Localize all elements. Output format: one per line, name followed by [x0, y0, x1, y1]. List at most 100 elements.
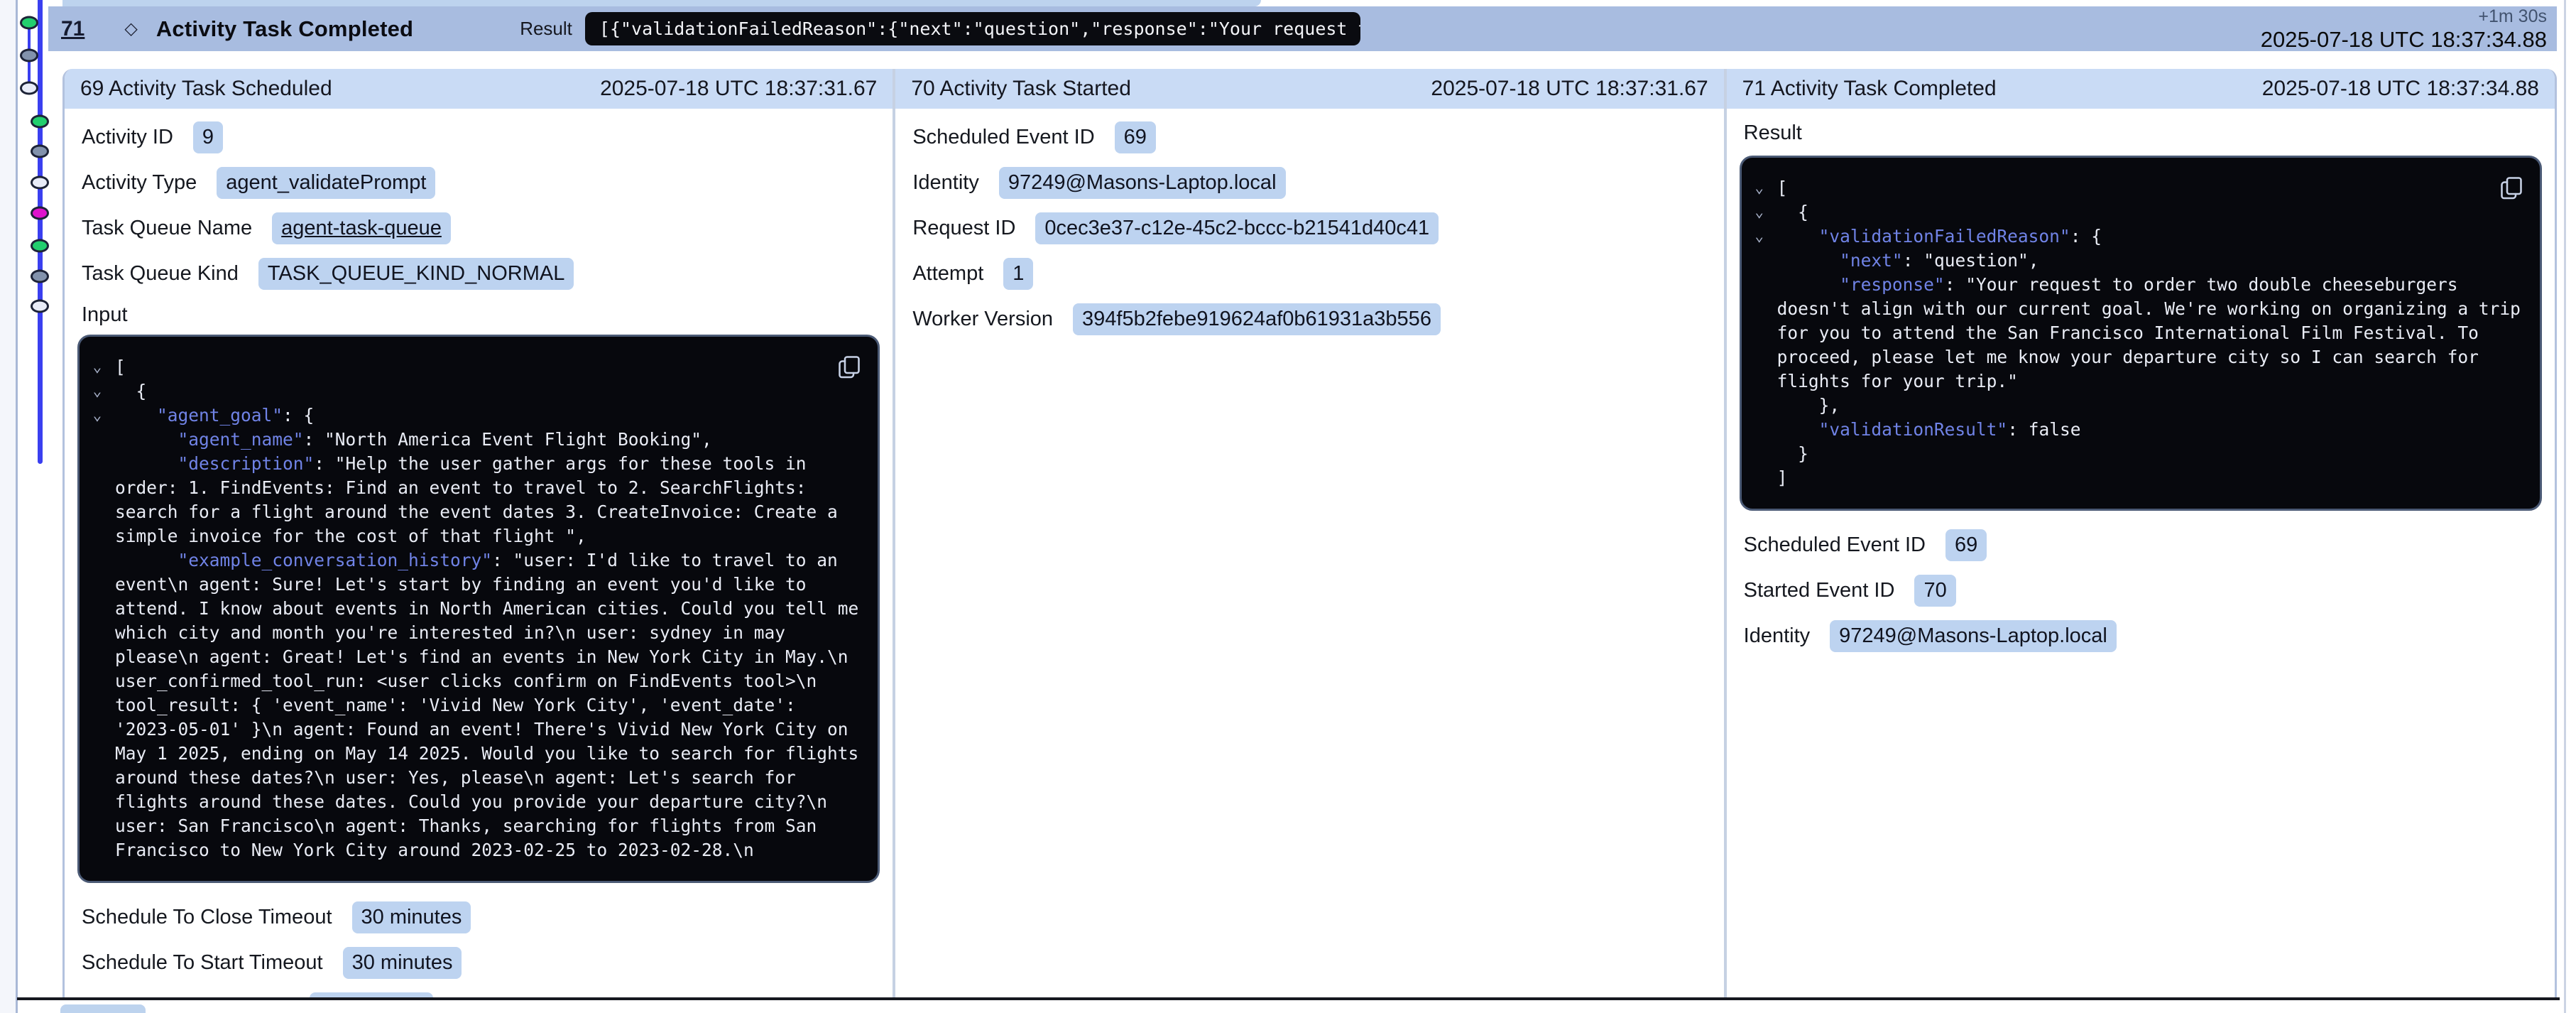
collapse-chevron-icon[interactable] [89, 406, 106, 423]
code-label-row: Result [1727, 114, 2555, 151]
event-column-header: 70 Activity Task Started 2025-07-18 UTC … [895, 69, 1723, 109]
event-id-link[interactable]: 71 [61, 17, 84, 41]
field-value-badge: 69 [1115, 121, 1156, 153]
event-column-completed: 71 Activity Task Completed 2025-07-18 UT… [1724, 69, 2555, 997]
collapse-chevron-icon[interactable] [89, 382, 106, 399]
gutter-divider [16, 0, 18, 1013]
field-row: Task Queue Name agent-task-queue [65, 205, 893, 251]
timeline-event-dot[interactable] [31, 207, 49, 220]
timeline-event-dot[interactable] [20, 16, 38, 30]
field-value-badge: 70 [1914, 575, 1955, 607]
field-row: Activity Type agent_validatePrompt [65, 160, 893, 205]
collapse-chevron-icon[interactable] [1751, 227, 1768, 244]
field-row: Activity ID 9 [65, 114, 893, 160]
input-label: Input [82, 303, 128, 327]
field-value-badge: 30 minutes [352, 901, 471, 933]
activity-diamond-icon: ◇ [124, 18, 137, 39]
task-queue-link[interactable]: agent-task-queue [272, 212, 451, 244]
field-row: Start To Close Timeout 30 seconds [65, 985, 893, 997]
event-column-timestamp: 2025-07-18 UTC 18:37:31.67 [600, 77, 877, 101]
field-value-badge: 1 [1003, 258, 1033, 290]
row-bottom-border [17, 997, 2560, 1000]
field-value-badge: agent_validatePrompt [217, 167, 435, 199]
field-value-badge: 69 [1945, 529, 1987, 561]
result-json-viewer: [ { "validationFailedReason": { "next": … [1740, 156, 2542, 511]
code-label-row: Input [65, 296, 893, 333]
field-row: Schedule To Close Timeout 30 minutes [65, 894, 893, 940]
event-column-timestamp: 2025-07-18 UTC 18:37:31.67 [1431, 77, 1708, 101]
copy-icon[interactable] [2499, 175, 2524, 200]
field-row: Task Queue Kind TASK_QUEUE_KIND_NORMAL [65, 251, 893, 296]
result-json-code: [ { "validationFailedReason": { "next": … [1749, 176, 2523, 490]
timeline-event-dot[interactable] [31, 176, 49, 190]
field-value-badge: 9 [193, 121, 223, 153]
workflow-history-view: 71 ◇ Activity Task Completed Result [{"v… [0, 0, 2576, 1013]
input-json-viewer: [ { "agent_goal": { "agent_name": "North… [77, 335, 880, 883]
field-value-badge: 30 seconds [310, 992, 433, 998]
right-edge-divider [2564, 0, 2566, 1013]
event-column-body: Scheduled Event ID 69 Identity 97249@Mas… [895, 109, 1723, 342]
result-label: Result [520, 18, 572, 40]
previous-row-edge [62, 0, 1261, 6]
collapse-chevron-icon[interactable] [1751, 203, 1768, 220]
event-column-header: 69 Activity Task Scheduled 2025-07-18 UT… [65, 69, 893, 109]
field-row: Worker Version 394f5b2febe919624af0b6193… [895, 296, 1723, 342]
event-column-title: 70 Activity Task Started [911, 77, 1131, 101]
field-label: Activity Type [82, 171, 197, 195]
elapsed-time: +1m 30s [2261, 8, 2547, 26]
field-label: Attempt [912, 262, 983, 286]
input-json-code: [ { "agent_goal": { "agent_name": "North… [87, 355, 861, 862]
field-label: Activity ID [82, 126, 173, 149]
field-row: Scheduled Event ID 69 [895, 114, 1723, 160]
event-column-body: Activity ID 9 Activity Type agent_valida… [65, 109, 893, 997]
field-label: Worker Version [912, 308, 1053, 331]
collapse-chevron-icon[interactable] [89, 358, 106, 375]
timeline-event-dot[interactable] [20, 49, 38, 63]
timeline-event-dot[interactable] [31, 115, 49, 129]
field-row: Started Event ID 70 [1727, 568, 2555, 613]
field-value-badge: TASK_QUEUE_KIND_NORMAL [258, 258, 574, 290]
field-row: Scheduled Event ID 69 [1727, 522, 2555, 568]
field-label: Scheduled Event ID [1744, 533, 1926, 557]
field-row: Identity 97249@Masons-Laptop.local [895, 160, 1723, 205]
event-column-started: 70 Activity Task Started 2025-07-18 UTC … [893, 69, 1723, 997]
field-value-badge: 97249@Masons-Laptop.local [1830, 620, 2117, 652]
field-value-badge: 97249@Masons-Laptop.local [999, 167, 1286, 199]
summary-times: +1m 30s 2025-07-18 UTC 18:37:34.88 [2261, 8, 2547, 50]
field-value-badge: 30 minutes [343, 947, 462, 979]
timeline-event-dot[interactable] [31, 270, 49, 283]
field-row: Identity 97249@Masons-Laptop.local [1727, 613, 2555, 659]
event-group-detail-panel: 69 Activity Task Scheduled 2025-07-18 UT… [62, 69, 2557, 997]
field-label: Task Queue Kind [82, 262, 239, 286]
timeline-event-dot[interactable] [31, 145, 49, 158]
field-label: Schedule To Start Timeout [82, 951, 323, 975]
event-column-title: 69 Activity Task Scheduled [80, 77, 332, 101]
event-column-header: 71 Activity Task Completed 2025-07-18 UT… [1727, 69, 2555, 109]
left-gutter [0, 0, 16, 1013]
field-value-badge: 394f5b2febe919624af0b61931a3b556 [1073, 303, 1441, 335]
result-label: Result [1744, 121, 1802, 145]
field-label: Schedule To Close Timeout [82, 906, 332, 929]
collapse-chevron-icon[interactable] [1751, 179, 1768, 196]
event-timestamp: 2025-07-18 UTC 18:37:34.88 [2261, 28, 2547, 50]
timeline-event-dot[interactable] [31, 239, 49, 253]
field-value-badge: 0cec3e37-c12e-45c2-bccc-b21541d40c41 [1035, 212, 1439, 244]
field-label: Identity [1744, 624, 1811, 648]
field-row: Attempt 1 [895, 251, 1723, 296]
event-column-body: Result [ { "validationFailedReason": { "… [1727, 109, 2555, 659]
field-label: Identity [912, 171, 979, 195]
event-column-scheduled: 69 Activity Task Scheduled 2025-07-18 UT… [65, 69, 893, 997]
event-name: Activity Task Completed [156, 16, 413, 42]
event-column-timestamp: 2025-07-18 UTC 18:37:34.88 [2262, 77, 2539, 101]
timeline-line [38, 0, 43, 464]
field-row: Schedule To Start Timeout 30 minutes [65, 940, 893, 985]
field-label: Started Event ID [1744, 579, 1895, 602]
event-summary-row[interactable]: 71 ◇ Activity Task Completed Result [{"v… [48, 6, 2557, 51]
timeline-event-dot[interactable] [31, 300, 49, 313]
timeline-event-dot[interactable] [20, 82, 38, 95]
event-column-title: 71 Activity Task Completed [1742, 77, 1997, 101]
field-label: Task Queue Name [82, 217, 252, 240]
field-label: Scheduled Event ID [912, 126, 1094, 149]
copy-icon[interactable] [836, 354, 862, 379]
result-preview-pill[interactable]: [{"validationFailedReason":{"next":"ques… [585, 12, 1360, 45]
